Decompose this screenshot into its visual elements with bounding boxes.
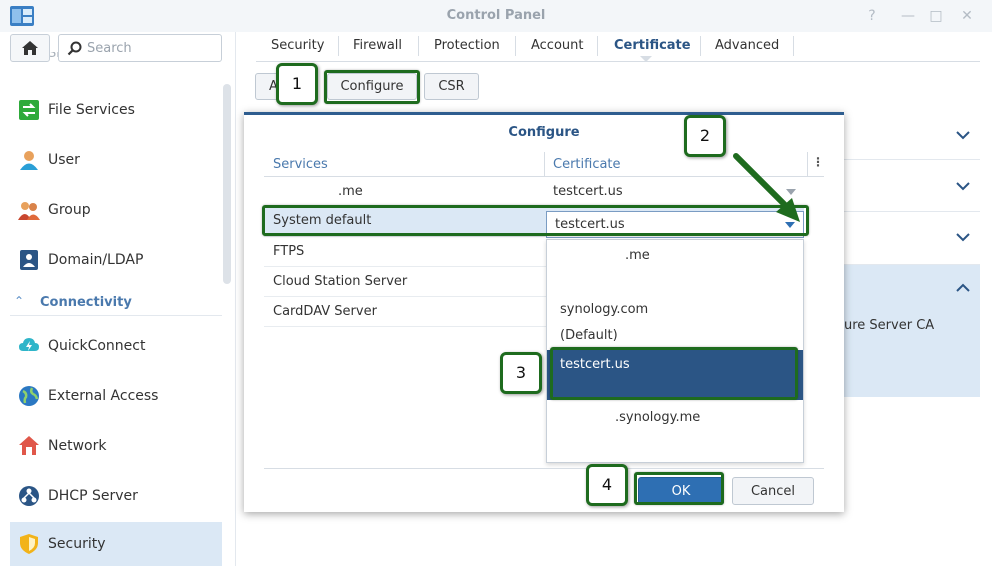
service-name: System default (273, 213, 372, 228)
column-header-services[interactable]: Services (273, 157, 328, 172)
callout-step-3: 3 (500, 352, 542, 394)
chevron-up-icon[interactable] (956, 281, 970, 295)
service-name: Cloud Station Server (273, 274, 408, 289)
tab-account[interactable]: Account (531, 38, 584, 60)
sidebar-item-label: QuickConnect (48, 338, 146, 354)
sidebar-item-label: Security (48, 536, 106, 552)
search-field[interactable] (58, 34, 222, 62)
sidebar-item-label: External Access (48, 388, 159, 404)
cancel-button[interactable]: Cancel (732, 477, 814, 505)
dialog-footer-divider (264, 468, 824, 469)
dropdown-option[interactable]: .me (547, 243, 803, 269)
callout-step-4: 4 (586, 464, 628, 506)
sidebar-section-connectivity[interactable]: ⌃ Connectivity (10, 288, 222, 316)
sidebar-item-security[interactable]: Security (10, 522, 222, 566)
dropdown-option[interactable]: synology.com (547, 297, 803, 323)
service-name: CardDAV Server (273, 304, 377, 319)
sidebar-item-label: File Services (48, 102, 135, 118)
home-button[interactable] (10, 34, 50, 62)
tab-divider (793, 36, 794, 56)
tab-divider (700, 36, 701, 56)
column-divider (544, 152, 545, 176)
sidebar-item-external-access[interactable]: External Access (10, 374, 222, 418)
sidebar-item-label: User (48, 152, 80, 168)
network-home-icon (19, 436, 39, 455)
dialog-title: Configure (508, 125, 580, 140)
chevron-down-icon[interactable] (956, 179, 970, 193)
globe-icon (19, 386, 39, 406)
maximize-icon[interactable]: □ (926, 6, 946, 26)
domain-ldap-icon (20, 250, 38, 270)
certificate-value: testcert.us (553, 184, 623, 199)
tab-firewall[interactable]: Firewall (353, 38, 402, 60)
sidebar-item-quickconnect[interactable]: QuickConnect (10, 324, 222, 368)
tab-protection[interactable]: Protection (434, 38, 500, 60)
quickconnect-icon (19, 338, 39, 351)
service-name: FTPS (273, 244, 305, 259)
user-icon (20, 151, 38, 170)
sidebar-item-group[interactable]: Group (10, 188, 222, 232)
sidebar-item-file-services[interactable]: File Services (10, 88, 222, 132)
sidebar-item-user[interactable]: User (10, 138, 222, 182)
search-icon (67, 41, 82, 56)
certificate-issuer-text: ure Server CA (844, 318, 935, 333)
tab-divider (515, 36, 516, 56)
minimize-icon[interactable]: — (898, 6, 918, 26)
dhcp-server-icon (19, 486, 39, 506)
dropdown-option-selected[interactable]: testcert.us (547, 350, 803, 400)
column-header-certificate[interactable]: Certificate (553, 157, 621, 172)
shield-icon (20, 534, 38, 554)
tab-divider (597, 36, 598, 56)
sidebar-item-label: Group (48, 202, 91, 218)
service-name: .me (338, 184, 363, 199)
tab-security[interactable]: Security (271, 38, 324, 60)
help-icon[interactable]: ? (862, 6, 882, 26)
chevron-down-icon[interactable] (956, 230, 970, 244)
chevron-down-icon[interactable] (956, 128, 970, 142)
tab-advanced[interactable]: Advanced (715, 38, 779, 60)
tab-certificate[interactable]: Certificate (614, 38, 691, 60)
callout-step-1: 1 (276, 63, 318, 105)
configure-button[interactable]: Configure (327, 73, 417, 100)
column-menu-icon[interactable]: ⋮ (812, 155, 824, 169)
sidebar-item-label: DHCP Server (48, 488, 138, 504)
ok-button[interactable]: OK (638, 477, 724, 505)
dropdown-option[interactable]: (Default) (547, 323, 803, 349)
sidebar-item-domain-ldap[interactable]: Domain/LDAP (10, 238, 222, 282)
active-tab-indicator (640, 56, 652, 62)
sidebar-item-dhcp-server[interactable]: DHCP Server (10, 474, 222, 518)
callout-step-2: 2 (684, 115, 726, 157)
dropdown-option[interactable]: .synology.me (547, 405, 803, 431)
tab-divider (338, 36, 339, 56)
certificate-dropdown-list: .me synology.com (Default) testcert.us .… (546, 239, 804, 463)
title-bar: Control Panel ? — □ ✕ (0, 0, 992, 32)
search-input[interactable] (87, 39, 217, 57)
annotation-arrow (733, 153, 800, 222)
close-icon[interactable]: ✕ (957, 6, 977, 26)
window-title: Control Panel (446, 8, 546, 23)
file-services-icon (19, 100, 39, 120)
sidebar: Shared Folder File Services User (0, 32, 236, 566)
section-label: Connectivity (40, 295, 132, 310)
group-icon (18, 202, 40, 220)
tab-divider (418, 36, 419, 56)
sidebar-scrollbar[interactable] (223, 84, 231, 284)
csr-button[interactable]: CSR (424, 73, 479, 100)
chevron-up-icon: ⌃ (14, 294, 25, 308)
certificate-select-value: testcert.us (555, 217, 625, 232)
sidebar-item-network[interactable]: Network (10, 424, 222, 468)
tab-bar: Security Firewall Protection Account Cer… (256, 32, 980, 62)
sidebar-item-label: Domain/LDAP (48, 252, 144, 268)
home-icon (22, 41, 38, 55)
sidebar-item-label: Network (48, 438, 107, 454)
